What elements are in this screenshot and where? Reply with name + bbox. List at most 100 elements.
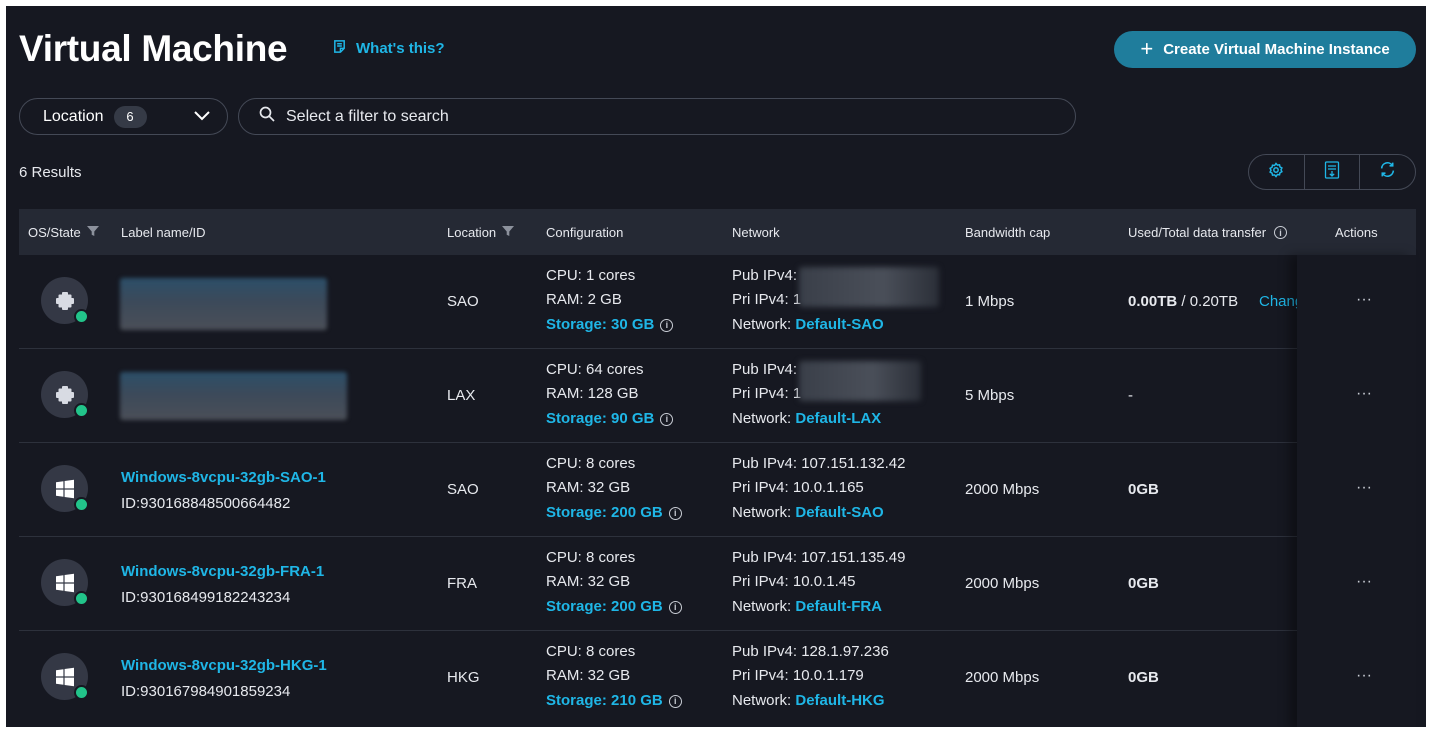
pri-ipv4-label: Pri IPv4: [732, 573, 789, 590]
cpu-value: CPU: 8 cores [546, 549, 636, 566]
table-row[interactable]: LAX CPU: 64 cores RAM: 128 GB Storage: 9… [19, 349, 1416, 443]
vm-name-link[interactable]: Windows-8vcpu-32gb-FRA-1 [121, 563, 324, 580]
pub-ipv4-label: Pub IPv4: [732, 267, 798, 284]
location-filter-dropdown[interactable]: Location 6 [19, 98, 228, 135]
row-actions-menu[interactable]: ··· [1356, 667, 1372, 685]
transfer-cell: 0GB [1128, 669, 1159, 686]
pub-ipv4-label: Pub IPv4: [732, 643, 798, 660]
col-location[interactable]: Location [447, 225, 515, 240]
storage-link[interactable]: Storage: 90 GB [546, 410, 654, 427]
settings-icon [1268, 161, 1284, 183]
status-running-dot [74, 685, 89, 700]
pri-ipv4-label: Pri IPv4: [732, 385, 789, 402]
pub-ipv4: Pub IPv4: [732, 267, 797, 284]
status-running-dot [74, 497, 89, 512]
transfer-cell: 0GB [1128, 481, 1159, 498]
row-actions-menu[interactable]: ··· [1356, 385, 1372, 403]
table-toolbar [1248, 154, 1416, 190]
vm-table: OS/State Label name/ID Location Configur… [19, 209, 1416, 727]
location-filter-label: Location [43, 107, 104, 125]
cpu-value: CPU: 64 cores [546, 361, 644, 378]
network-label: Network: [732, 598, 792, 615]
status-running-dot [74, 403, 89, 418]
storage-link[interactable]: Storage: 200 GB [546, 598, 663, 615]
vm-id: ID:930168499182243234 [121, 589, 291, 606]
ram-value: RAM: 2 GB [546, 291, 622, 308]
col-data-transfer: Used/Total data transfer i [1128, 225, 1288, 240]
storage-cell: Storage: 200 GB i [546, 504, 682, 521]
network-link[interactable]: Default-SAO [795, 316, 883, 333]
search-bar[interactable] [238, 98, 1076, 135]
network-link[interactable]: Default-HKG [795, 692, 884, 709]
transfer-total: / 0.20TB [1177, 293, 1239, 310]
network-cell: Network: Default-FRA [732, 598, 882, 615]
storage-link[interactable]: Storage: 210 GB [546, 692, 663, 709]
vm-id: ID:930167984901859234 [121, 683, 291, 700]
chevron-down-icon [193, 109, 211, 128]
transfer-cell: 0GB [1128, 575, 1159, 592]
table-row[interactable]: SAO CPU: 1 cores RAM: 2 GB Storage: 30 G… [19, 255, 1416, 349]
pri-ipv4: Pri IPv4: 10.0.1.179 [732, 667, 864, 684]
search-input[interactable] [286, 107, 986, 126]
settings-button[interactable] [1249, 155, 1305, 189]
vm-name-link[interactable]: Windows-8vcpu-32gb-HKG-1 [121, 657, 327, 674]
bandwidth-cell: 2000 Mbps [965, 481, 1040, 498]
network-link[interactable]: Default-SAO [795, 504, 883, 521]
storage-cell: Storage: 200 GB i [546, 598, 682, 615]
refresh-icon [1379, 161, 1396, 183]
pub-ipv4-label: Pub IPv4: [732, 455, 798, 472]
table-row[interactable]: Windows-8vcpu-32gb-SAO-1 ID:930168848500… [19, 443, 1416, 537]
info-icon[interactable]: i [668, 506, 682, 520]
vm-id: ID:930168848500664482 [121, 495, 291, 512]
transfer-cell: 0.00TB / 0.20TB [1128, 293, 1238, 310]
info-icon[interactable]: i [660, 412, 674, 426]
network-link[interactable]: Default-FRA [795, 598, 882, 615]
network-cell: Network: Default-SAO [732, 504, 884, 521]
network-cell: Network: Default-SAO [732, 316, 884, 333]
create-vm-instance-button[interactable]: + Create Virtual Machine Instance [1114, 31, 1416, 68]
filter-icon[interactable] [86, 225, 99, 240]
status-running-dot [74, 591, 89, 606]
table-row[interactable]: Windows-8vcpu-32gb-HKG-1 ID:930167984901… [19, 631, 1416, 725]
pub-ipv4: Pub IPv4: 107.151.135.49 [732, 549, 906, 566]
refresh-button[interactable] [1360, 155, 1415, 189]
storage-link[interactable]: Storage: 30 GB [546, 316, 654, 333]
bandwidth-cell: 1 Mbps [965, 293, 1015, 310]
network-label: Network: [732, 316, 792, 333]
col-configuration: Configuration [546, 225, 624, 240]
storage-link[interactable]: Storage: 200 GB [546, 504, 663, 521]
whats-this-link[interactable]: What's this? [332, 39, 445, 58]
pri-ipv4-value: 10.0.1.45 [792, 573, 856, 590]
col-label-name: Label name/ID [121, 225, 206, 240]
table-row[interactable]: Windows-8vcpu-32gb-FRA-1 ID:930168499182… [19, 537, 1416, 631]
create-vm-instance-label: Create Virtual Machine Instance [1163, 41, 1390, 58]
vm-name-link[interactable]: Windows-8vcpu-32gb-SAO-1 [121, 469, 326, 486]
network-label: Network: [732, 410, 792, 427]
pri-ipv4: Pri IPv4: 10.0.1.165 [732, 479, 864, 496]
search-icon [259, 106, 275, 127]
pri-ipv4: Pri IPv4: 1 [732, 385, 801, 402]
row-actions-menu[interactable]: ··· [1356, 291, 1372, 309]
csv-download-button[interactable] [1305, 155, 1361, 189]
pri-ipv4-label: Pri IPv4: [732, 667, 789, 684]
info-icon[interactable]: i [668, 600, 682, 614]
pri-ipv4: Pri IPv4: 10.0.1.45 [732, 573, 855, 590]
pub-ipv4-value: 128.1.97.236 [801, 643, 889, 660]
status-running-dot [74, 309, 89, 324]
info-icon[interactable]: i [668, 694, 682, 708]
network-link[interactable]: Default-LAX [795, 410, 881, 427]
info-icon[interactable]: i [1274, 226, 1288, 239]
storage-cell: Storage: 210 GB i [546, 692, 682, 709]
storage-cell: Storage: 30 GB i [546, 316, 674, 333]
table-header: OS/State Label name/ID Location Configur… [19, 209, 1416, 255]
bandwidth-cell: 2000 Mbps [965, 669, 1040, 686]
row-actions-menu[interactable]: ··· [1356, 479, 1372, 497]
network-cell: Network: Default-LAX [732, 410, 881, 427]
location-count-badge: 6 [113, 105, 147, 128]
filter-icon[interactable] [502, 225, 515, 240]
app-frame: Virtual Machine What's this? + Create Vi… [6, 6, 1426, 727]
info-icon[interactable]: i [660, 318, 674, 332]
row-actions-menu[interactable]: ··· [1356, 573, 1372, 591]
redacted-ip [799, 267, 939, 307]
col-os-state[interactable]: OS/State [28, 225, 99, 240]
